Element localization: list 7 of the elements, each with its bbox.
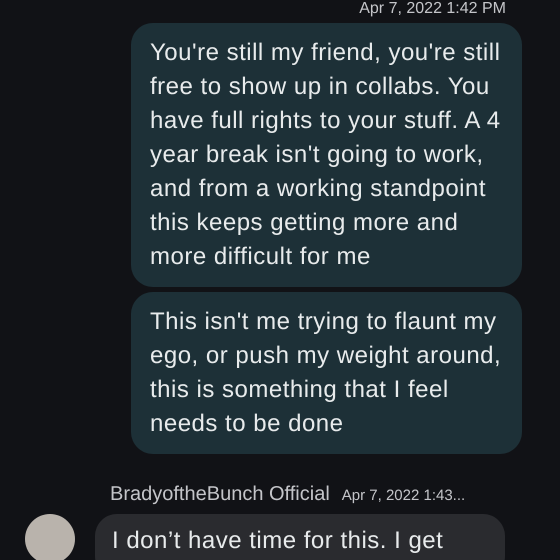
received-message-bubble: I don’t have time for this. I get	[95, 514, 505, 560]
sent-message-bubble: This isn't me trying to flaunt my ego, or push my weight around, this is something that I feel needs to be done	[131, 292, 522, 454]
avatar	[25, 514, 75, 560]
sent-message-bubble: You're still my friend, you're still free to show up in collabs. You have full rights to your stuff. A 4 year break isn't going to work, and from a working standpoint this keeps getting more and more difficult for me	[131, 23, 522, 287]
timestamp: Apr 7, 2022 1:42 PM	[359, 0, 506, 18]
sender-name: BradyoftheBunch Official	[110, 482, 330, 507]
message-time: Apr 7, 2022 1:43...	[342, 486, 466, 506]
